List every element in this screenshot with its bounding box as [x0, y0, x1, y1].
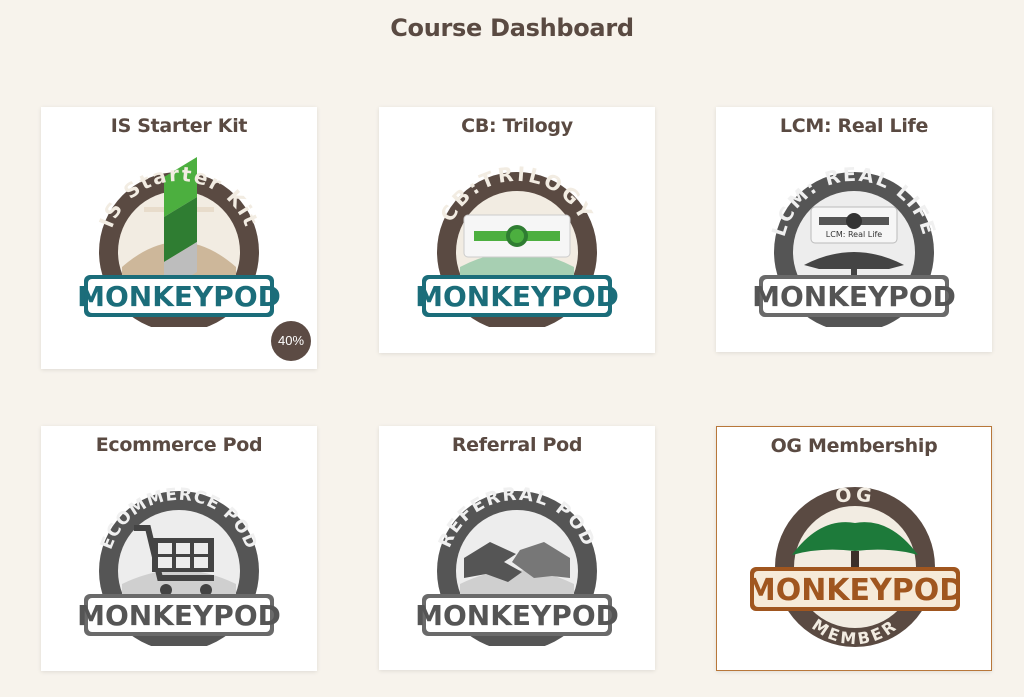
course-card-cb-trilogy[interactable]: CB: Trilogy CB:TRILOGY MONKEYPOD [379, 107, 655, 353]
course-card-ecommerce-pod[interactable]: Ecommerce Pod ECOMMERCE POD MONKEYPOD [41, 426, 317, 671]
course-card-referral-pod[interactable]: Referral Pod REFERRAL POD MONKEYPOD [379, 426, 655, 670]
course-card-lcm-real-life[interactable]: LCM: Real Life LCM: Real Life LCM: REAL … [716, 107, 992, 352]
svg-text:MONKEYPOD: MONKEYPOD [77, 280, 281, 313]
course-title: CB: Trilogy [461, 115, 573, 137]
handshake-icon: REFERRAL POD MONKEYPOD [415, 484, 619, 646]
starter-kit-logo-icon: IS Starter Kit MONKEYPOD [77, 157, 281, 327]
svg-text:MONKEYPOD: MONKEYPOD [415, 280, 619, 313]
tree-connector-icon: LCM: Real Life LCM: REAL LIFE MONKEYPOD [752, 164, 956, 327]
progress-badge: 40% [271, 321, 311, 361]
svg-text:MONKEYPOD: MONKEYPOD [77, 599, 281, 632]
tree-icon: OG MEMBER MONKEYPOD [750, 484, 960, 647]
svg-text:LCM: Real Life: LCM: Real Life [826, 230, 882, 239]
page-title: Course Dashboard [390, 14, 634, 42]
course-title: LCM: Real Life [779, 115, 929, 137]
svg-text:MONKEYPOD: MONKEYPOD [752, 280, 956, 313]
course-card-og-membership[interactable]: OG Membership OG MEMBER MONKEYPOD [716, 426, 992, 671]
course-badge-image: IS Starter Kit MONKEYPOD [74, 147, 284, 327]
course-badge-image: ECOMMERCE POD MONKEYPOD [74, 466, 284, 646]
course-title: OG Membership [770, 435, 938, 457]
course-title: IS Starter Kit [110, 115, 248, 137]
course-badge-image: CB:TRILOGY MONKEYPOD [412, 147, 622, 327]
shopping-cart-icon: ECOMMERCE POD MONKEYPOD [77, 485, 281, 646]
svg-text:MONKEYPOD: MONKEYPOD [415, 599, 619, 632]
clock-connector-icon: CB:TRILOGY MONKEYPOD [415, 162, 619, 327]
course-badge-image: LCM: Real Life LCM: REAL LIFE MONKEYPOD [749, 147, 959, 327]
course-card-is-starter-kit[interactable]: IS Starter Kit IS Starter Kit MONKEYPOD … [41, 107, 317, 369]
course-badge-image: REFERRAL POD MONKEYPOD [412, 466, 622, 646]
course-title: Referral Pod [451, 434, 583, 456]
course-badge-image: OG MEMBER MONKEYPOD [750, 467, 960, 647]
course-title: Ecommerce Pod [95, 434, 263, 456]
svg-text:MONKEYPOD: MONKEYPOD [750, 573, 960, 608]
